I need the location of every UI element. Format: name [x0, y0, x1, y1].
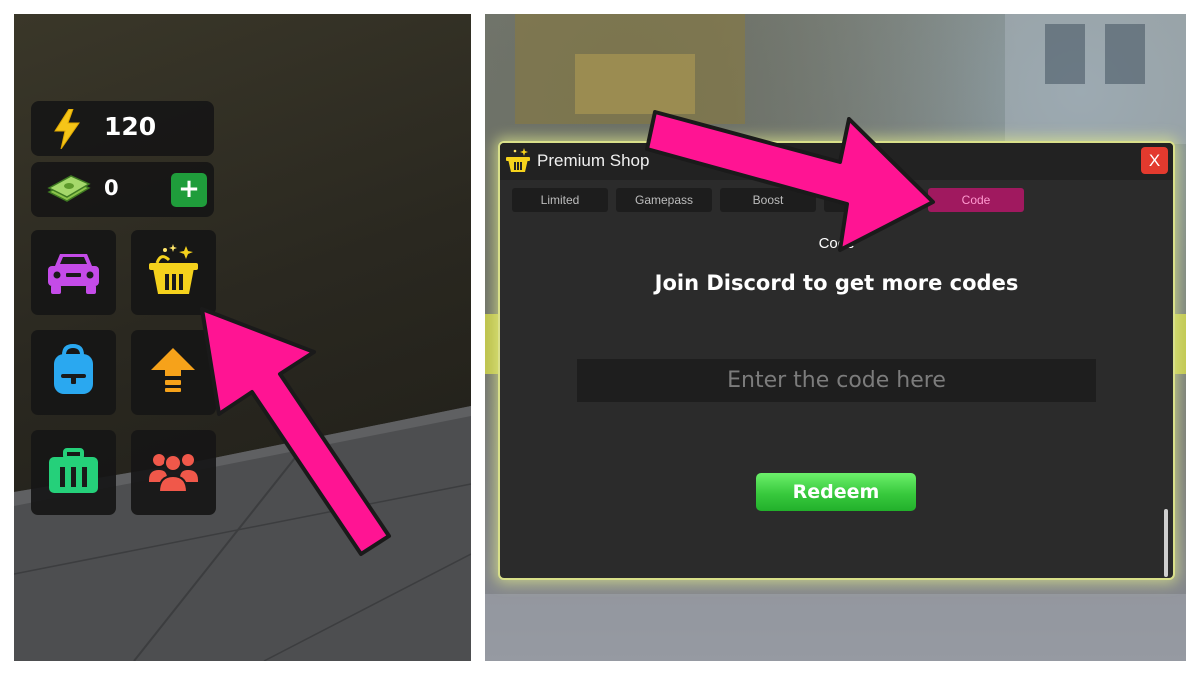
- lightning-icon: [54, 109, 80, 149]
- backpack-icon: [54, 343, 93, 394]
- shop-basket-icon: [506, 148, 530, 172]
- left-screenshot-panel: 120 0 +: [14, 14, 471, 661]
- right-screenshot-panel: Premium Shop X Limited Gamepass Boost Co…: [485, 14, 1186, 661]
- upgrade-arrow-icon: [151, 348, 195, 392]
- cash-counter: 0 +: [31, 162, 214, 217]
- cash-stack-icon: [47, 175, 91, 202]
- tab-code[interactable]: Code: [928, 188, 1024, 212]
- friends-icon: [149, 454, 198, 493]
- premium-shop-button[interactable]: [131, 230, 216, 315]
- garage-button[interactable]: [31, 230, 116, 315]
- premium-shop-window: Premium Shop X Limited Gamepass Boost Co…: [498, 141, 1175, 580]
- toolbox-button[interactable]: [31, 430, 116, 515]
- close-button[interactable]: X: [1141, 147, 1168, 174]
- shop-basket-icon: [149, 244, 198, 294]
- energy-value: 120: [104, 112, 157, 141]
- friends-button[interactable]: [131, 430, 216, 515]
- tab-gamepass[interactable]: Gamepass: [616, 188, 712, 212]
- tab-limited[interactable]: Limited: [512, 188, 608, 212]
- add-cash-button[interactable]: +: [171, 173, 207, 207]
- energy-counter: 120: [31, 101, 214, 156]
- shop-title: Premium Shop: [537, 151, 650, 170]
- scrollbar[interactable]: [1164, 509, 1168, 577]
- inventory-button[interactable]: [31, 330, 116, 415]
- upgrade-button[interactable]: [131, 330, 216, 415]
- shop-titlebar: Premium Shop X: [500, 143, 1173, 180]
- tab-boost[interactable]: Boost: [720, 188, 816, 212]
- code-input[interactable]: [577, 359, 1096, 402]
- redeem-button[interactable]: Redeem: [756, 473, 916, 511]
- cash-value: 0: [104, 176, 119, 200]
- car-icon: [48, 254, 99, 294]
- discord-promo-text: Join Discord to get more codes: [654, 271, 1019, 295]
- tab-hidden[interactable]: [824, 188, 920, 212]
- toolbox-icon: [49, 448, 98, 493]
- section-label: Code: [818, 235, 855, 252]
